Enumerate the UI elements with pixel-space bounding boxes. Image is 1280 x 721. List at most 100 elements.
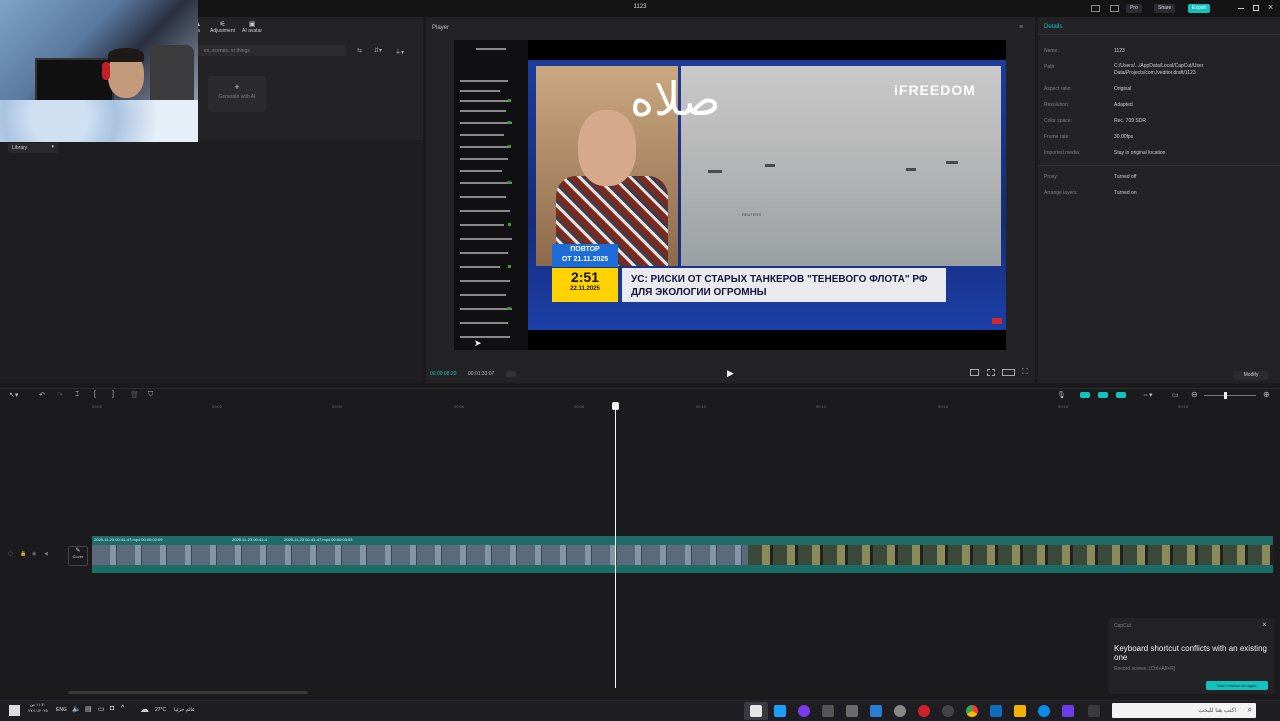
sort-icon[interactable]: ⇵▾: [374, 47, 382, 54]
export-button[interactable]: Export: [1188, 4, 1211, 13]
snap-icon[interactable]: ⇔▾: [1142, 391, 1153, 399]
zoom-slider-handle[interactable]: [1224, 392, 1227, 399]
layout-icon[interactable]: [1091, 5, 1100, 12]
track-lock-icon[interactable]: 🔒: [20, 551, 26, 557]
chat-line: [460, 146, 510, 148]
fit-icon[interactable]: [970, 369, 979, 376]
chevron-up-icon[interactable]: ^: [121, 705, 124, 712]
redo-icon[interactable]: ↷: [57, 391, 63, 399]
camera-icon[interactable]: ◘: [110, 705, 114, 712]
fullscreen-icon[interactable]: ⛶: [1022, 367, 1028, 377]
tab-ai-avatar[interactable]: ▣ AI avatar: [242, 20, 262, 34]
preview-axis-icon[interactable]: [1116, 392, 1126, 398]
delete-icon[interactable]: 🗑: [130, 391, 139, 399]
clip-thumbnails[interactable]: [748, 545, 1273, 565]
microphone-icon[interactable]: 🎙: [1057, 391, 1066, 399]
audio-waveform[interactable]: [92, 565, 1273, 573]
obs-icon[interactable]: [942, 705, 954, 717]
folder-icon[interactable]: [846, 705, 858, 717]
trim-right-icon[interactable]: ]: [112, 391, 114, 398]
record-icon[interactable]: [918, 705, 930, 717]
menu-icon[interactable]: ≡: [1019, 24, 1023, 31]
detail-value-colorspace: Rec. 709 SDR: [1114, 118, 1146, 124]
generate-with-ai-button[interactable]: + Generate with AI: [208, 76, 266, 112]
panel-icon[interactable]: [1110, 5, 1119, 12]
capcut-icon[interactable]: [750, 705, 762, 717]
track-lock-icon[interactable]: ▢: [8, 551, 13, 557]
chrome-icon[interactable]: [966, 705, 978, 717]
video-clip[interactable]: [92, 536, 1273, 545]
weather-temp[interactable]: 27°C: [155, 707, 166, 713]
store-icon[interactable]: [990, 705, 1002, 717]
chat-line: [460, 336, 510, 338]
shield-icon[interactable]: ⛉: [148, 391, 153, 399]
detail-label-resolution: Resolution:: [1044, 102, 1070, 108]
zoom-slider[interactable]: [1204, 395, 1256, 396]
news-headline: УС: РИСКИ ОТ СТАРЫХ ТАНКЕРОВ "ТЕНЕВОГО Ф…: [622, 268, 946, 302]
start-icon[interactable]: [9, 705, 20, 716]
play-button[interactable]: ▶: [727, 368, 734, 379]
playhead[interactable]: [615, 405, 616, 688]
maximize-icon[interactable]: [1253, 5, 1259, 11]
split-icon[interactable]: ⌶: [75, 391, 79, 399]
adjustment-icon: ⚟: [219, 21, 226, 28]
mouse-cursor-icon: ➤: [474, 338, 482, 348]
chat-line: [460, 266, 500, 268]
timeline-scrollbar[interactable]: [68, 691, 308, 694]
link-toggle-icon[interactable]: [1080, 392, 1090, 398]
zoom-in-icon[interactable]: ⊕: [1263, 390, 1270, 399]
select-tool-icon[interactable]: ↖▾: [9, 391, 18, 399]
share-button[interactable]: Share: [1154, 4, 1176, 13]
language-indicator[interactable]: ENG: [56, 707, 67, 713]
tab-adjustment-label: Adjustment: [210, 28, 236, 34]
edge-icon[interactable]: [1038, 705, 1050, 717]
view-toggle-icon[interactable]: ⇆: [357, 47, 362, 54]
minimize-icon[interactable]: [1238, 8, 1244, 9]
playhead-handle[interactable]: [612, 402, 619, 410]
tab-adjustment[interactable]: ⚟ Adjustment: [210, 20, 235, 34]
ship: [765, 164, 775, 167]
task-view-icon[interactable]: [1088, 705, 1100, 717]
cover-button[interactable]: ✎ Cover: [68, 546, 88, 566]
network-icon[interactable]: ▤: [85, 705, 92, 713]
file-explorer-icon[interactable]: [1014, 705, 1026, 717]
timeline-ruler[interactable]: 00:00 00:02 00:04 00:06 00:08 00:10 00:1…: [68, 404, 1280, 414]
pro-button[interactable]: Pro: [1126, 4, 1142, 13]
detail-value-name: 1123: [1114, 48, 1125, 54]
chat-line: [460, 80, 508, 82]
trim-left-icon[interactable]: [: [94, 391, 96, 398]
track-visibility-icon[interactable]: ◉: [32, 551, 36, 557]
close-icon[interactable]: ×: [1268, 2, 1273, 12]
modify-label: Modify: [1243, 372, 1259, 378]
app-icon[interactable]: [798, 705, 810, 717]
app-icon[interactable]: [1062, 705, 1074, 717]
track-audio-icon[interactable]: ◀: [44, 551, 48, 557]
detail-label-framerate: Frame rate:: [1044, 134, 1070, 140]
caption-icon[interactable]: ▭: [1172, 391, 1179, 399]
taskbar-search-input[interactable]: اكتب هنا للبحث ⌕: [1112, 703, 1256, 718]
modify-button[interactable]: Modify: [1234, 371, 1268, 380]
battery-icon[interactable]: ▭: [98, 705, 105, 713]
dont-remind-button[interactable]: Don't remind me again: [1206, 681, 1268, 690]
search-input[interactable]: es, scenes, or things: [198, 45, 346, 56]
timecode-toggle[interactable]: [506, 371, 516, 377]
library-dropdown[interactable]: Library ▾: [8, 143, 58, 153]
detail-value-resolution: Adapted: [1114, 102, 1133, 108]
crop-icon[interactable]: [987, 369, 995, 376]
volume-icon[interactable]: 🔈: [72, 705, 81, 713]
undo-icon[interactable]: ↶: [39, 391, 45, 399]
magnet-icon[interactable]: [1098, 392, 1108, 398]
taskbar-search-placeholder: اكتب هنا للبحث: [1198, 708, 1236, 714]
weather-text: عالم جزئيا: [174, 707, 196, 713]
zoom-out-icon[interactable]: ⊖: [1191, 390, 1198, 399]
filter-icon[interactable]: ⏚▾: [395, 47, 404, 56]
toast-close-icon[interactable]: ×: [1262, 620, 1267, 629]
clip-label: 2025-11-23 00-41-47.mp4 00:00:02:09: [94, 537, 163, 542]
clock[interactable]: ١١:٣٠ ص ٢٧/١١/٢٠٢٥: [26, 702, 50, 714]
g-icon[interactable]: [822, 705, 834, 717]
ratio-icon[interactable]: [1002, 369, 1015, 376]
detail-value-layers: Turned on: [1114, 190, 1137, 196]
outlook-icon[interactable]: [870, 705, 882, 717]
settings-icon[interactable]: [894, 705, 906, 717]
steam-icon[interactable]: [774, 705, 786, 717]
